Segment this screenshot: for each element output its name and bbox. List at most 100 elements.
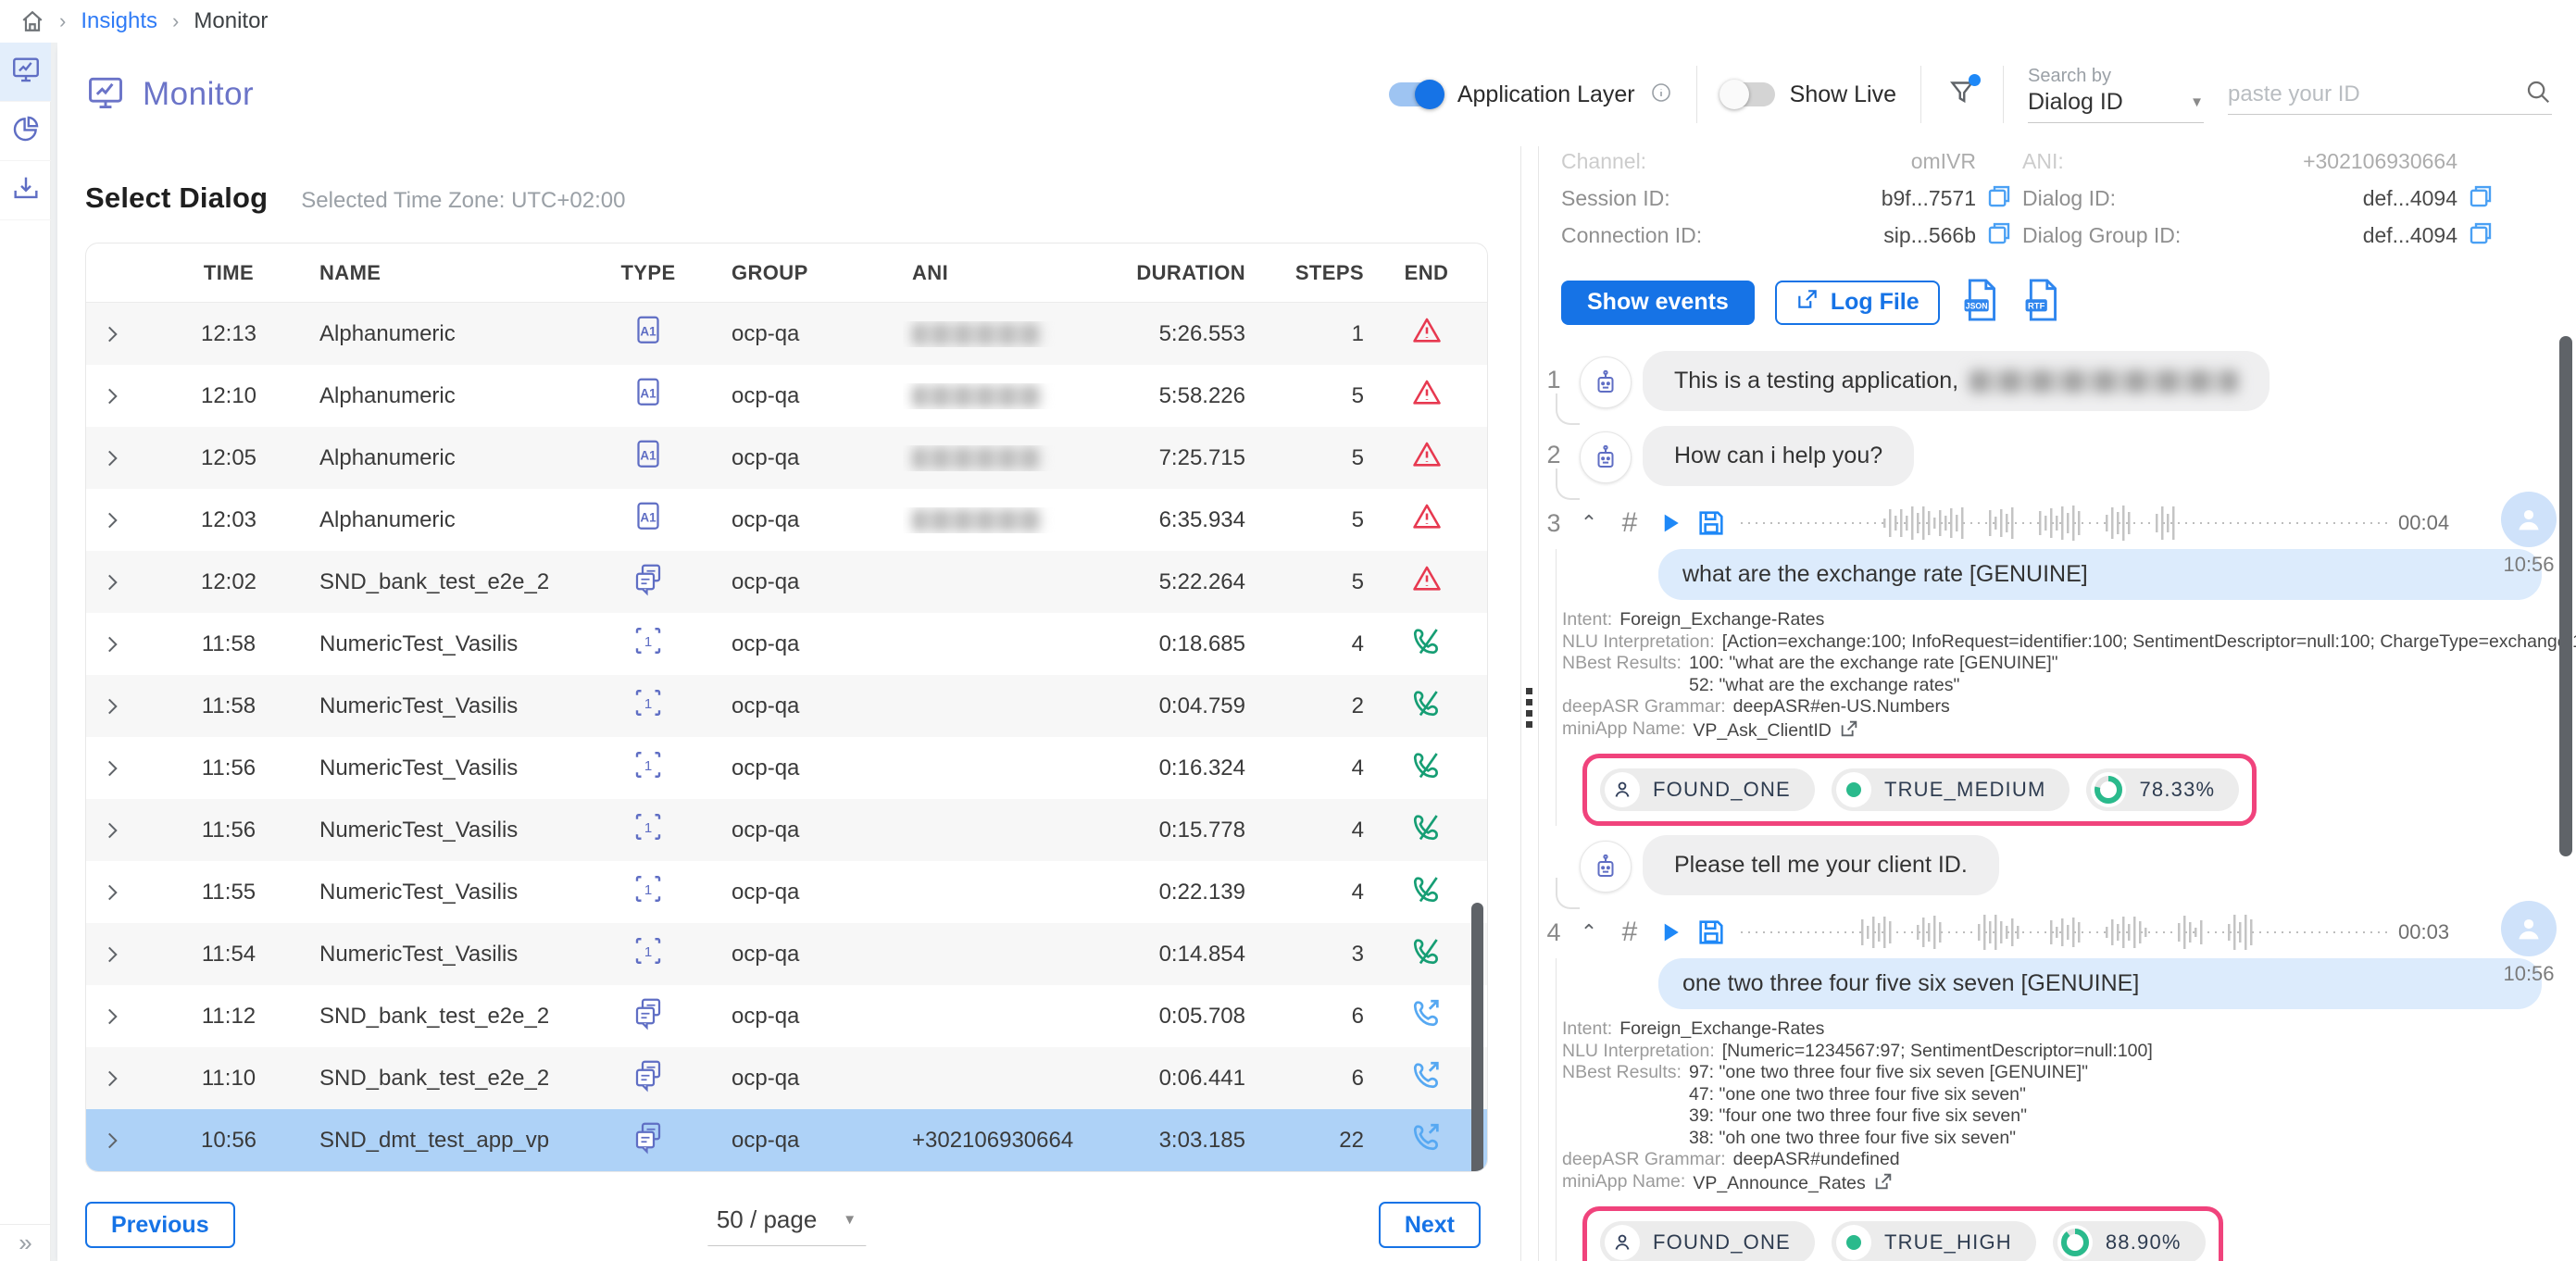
page-size-select[interactable]: 50 / page ▼ — [707, 1205, 866, 1246]
message-index: 1 — [1539, 351, 1569, 394]
row-expand-chevron[interactable] — [86, 508, 138, 532]
row-expand-chevron[interactable] — [86, 880, 138, 905]
table-row[interactable]: 11:55 NumericTest_Vasilis 1 ocp-qa 0:22.… — [86, 861, 1487, 923]
bot-icon — [1580, 431, 1632, 483]
search-by-select[interactable]: Search by Dialog ID ▼ — [2028, 66, 2204, 123]
table-row[interactable]: 11:58 NumericTest_Vasilis 1 ocp-qa 0:04.… — [86, 675, 1487, 737]
play-audio-button[interactable] — [1650, 918, 1691, 946]
sidebar-expand-button[interactable]: » — [0, 1224, 51, 1261]
metadata-row: Channel: omIVRANI: +302106930664 — [1539, 143, 2576, 180]
row-expand-chevron[interactable] — [86, 322, 138, 346]
col-header-name: NAME — [319, 261, 597, 285]
audio-waveform[interactable] — [1741, 912, 2389, 953]
copy-icon[interactable] — [2467, 219, 2495, 252]
detail-value: 97: "one two three four five six seven [… — [1689, 1062, 2088, 1084]
row-expand-chevron[interactable] — [86, 943, 138, 967]
table-row[interactable]: 10:56 SND_dmt_test_app_vp ocp-qa +302106… — [86, 1109, 1487, 1171]
play-audio-button[interactable] — [1650, 509, 1691, 537]
search-icon[interactable] — [2524, 78, 2552, 110]
table-row[interactable]: 11:12 SND_bank_test_e2e_2 ocp-qa 0:05.70… — [86, 985, 1487, 1047]
previous-page-button[interactable]: Previous — [85, 1202, 235, 1248]
numeric-type-icon: 1 — [631, 763, 665, 788]
open-miniapp-link-icon[interactable] — [1839, 718, 1859, 745]
row-steps: 6 — [1245, 1004, 1364, 1030]
application-layer-toggle[interactable] — [1389, 82, 1443, 106]
col-header-group: GROUP — [699, 261, 903, 285]
detail-pane-scrollbar[interactable] — [2559, 336, 2572, 856]
caller-avatar — [2501, 901, 2557, 956]
alphanumeric-type-icon: A1 — [631, 453, 665, 478]
collapse-turn-button[interactable]: ⌃ — [1569, 920, 1609, 944]
row-steps: 6 — [1245, 1066, 1364, 1092]
svg-text:1: 1 — [644, 758, 652, 774]
home-icon[interactable] — [20, 9, 44, 33]
row-duration: 7:25.715 — [1134, 445, 1245, 471]
sidebar-item-monitor[interactable] — [0, 43, 51, 102]
row-expand-chevron[interactable] — [86, 818, 138, 843]
show-events-button[interactable]: Show events — [1561, 281, 1755, 325]
metadata-row: Session ID: b9f...7571Dialog ID: def...4… — [1539, 180, 2576, 217]
alphanumeric-type-icon: A1 — [631, 329, 665, 354]
warning-icon — [1411, 451, 1443, 476]
collapse-turn-button[interactable]: ⌃ — [1569, 511, 1609, 535]
message-index — [1539, 835, 1569, 850]
row-name: NumericTest_Vasilis — [319, 693, 597, 719]
open-miniapp-link-icon[interactable] — [1873, 1171, 1894, 1198]
export-rtf-icon[interactable]: RTF — [2021, 278, 2062, 327]
show-live-toggle[interactable] — [1721, 82, 1775, 106]
save-audio-button[interactable] — [1691, 507, 1732, 539]
row-expand-chevron[interactable] — [86, 694, 138, 718]
detail-value: 38: "oh one two three four five six seve… — [1689, 1128, 2088, 1150]
table-row[interactable]: 11:58 NumericTest_Vasilis 1 ocp-qa 0:18.… — [86, 613, 1487, 675]
table-row[interactable]: 12:03 Alphanumeric A1 ocp-qa 6:35.934 5 — [86, 489, 1487, 551]
breadcrumb-insights[interactable]: Insights — [81, 8, 157, 34]
sidebar-item-reports[interactable] — [0, 102, 51, 161]
export-json-icon[interactable]: JSON — [1960, 278, 2001, 327]
row-steps: 5 — [1245, 383, 1364, 409]
timezone-label: Selected Time Zone: UTC+02:00 — [301, 188, 625, 214]
col-header-type: TYPE — [597, 261, 699, 285]
svg-text:1: 1 — [644, 944, 652, 960]
row-expand-chevron[interactable] — [86, 632, 138, 656]
table-row[interactable]: 12:10 Alphanumeric A1 ocp-qa 5:58.226 5 — [86, 365, 1487, 427]
row-expand-chevron[interactable] — [86, 570, 138, 594]
row-expand-chevron[interactable] — [86, 1005, 138, 1029]
table-row[interactable]: 11:10 SND_bank_test_e2e_2 ocp-qa 0:06.44… — [86, 1047, 1487, 1109]
table-row[interactable]: 11:54 NumericTest_Vasilis 1 ocp-qa 0:14.… — [86, 923, 1487, 985]
dialog-type-icon — [631, 1135, 665, 1160]
row-name: NumericTest_Vasilis — [319, 942, 597, 968]
hash-button[interactable]: # — [1609, 917, 1650, 948]
dialog-id-input[interactable] — [2228, 81, 2517, 107]
table-row[interactable]: 12:13 Alphanumeric A1 ocp-qa 5:26.553 1 — [86, 303, 1487, 365]
row-expand-chevron[interactable] — [86, 1067, 138, 1091]
copy-icon[interactable] — [1985, 182, 2013, 215]
pane-resize-handle[interactable] — [1520, 146, 1539, 1261]
row-group: ocp-qa — [699, 755, 903, 781]
copy-icon[interactable] — [1985, 219, 2013, 252]
row-duration: 0:18.685 — [1134, 631, 1245, 657]
bot-message: 2 How can i help you? — [1539, 426, 2576, 486]
bot-message-bubble: How can i help you? — [1643, 426, 1914, 486]
hash-button[interactable]: # — [1609, 507, 1650, 539]
table-row[interactable]: 11:56 NumericTest_Vasilis 1 ocp-qa 0:15.… — [86, 799, 1487, 861]
copy-icon[interactable] — [2467, 182, 2495, 215]
save-audio-button[interactable] — [1691, 917, 1732, 948]
table-row[interactable]: 11:56 NumericTest_Vasilis 1 ocp-qa 0:16.… — [86, 737, 1487, 799]
filter-icon[interactable] — [1945, 76, 1979, 114]
audio-waveform[interactable] — [1741, 503, 2389, 543]
row-expand-chevron[interactable] — [86, 446, 138, 470]
sidebar-item-exports[interactable] — [0, 161, 51, 220]
row-ani — [903, 383, 1134, 409]
row-expand-chevron[interactable] — [86, 1129, 138, 1153]
row-expand-chevron[interactable] — [86, 756, 138, 780]
info-icon[interactable] — [1650, 81, 1672, 108]
detail-value: 47: "one one two three four five six sev… — [1689, 1084, 2088, 1106]
table-row[interactable]: 12:02 SND_bank_test_e2e_2 ocp-qa 5:22.26… — [86, 551, 1487, 613]
table-row[interactable]: 12:05 Alphanumeric A1 ocp-qa 7:25.715 5 — [86, 427, 1487, 489]
detail-value: 39: "four one two three four five six se… — [1689, 1105, 2088, 1128]
log-file-button[interactable]: Log File — [1775, 281, 1940, 325]
numeric-type-icon: 1 — [631, 701, 665, 726]
row-expand-chevron[interactable] — [86, 384, 138, 408]
next-page-button[interactable]: Next — [1379, 1202, 1481, 1248]
table-scrollbar[interactable] — [1471, 903, 1483, 1172]
